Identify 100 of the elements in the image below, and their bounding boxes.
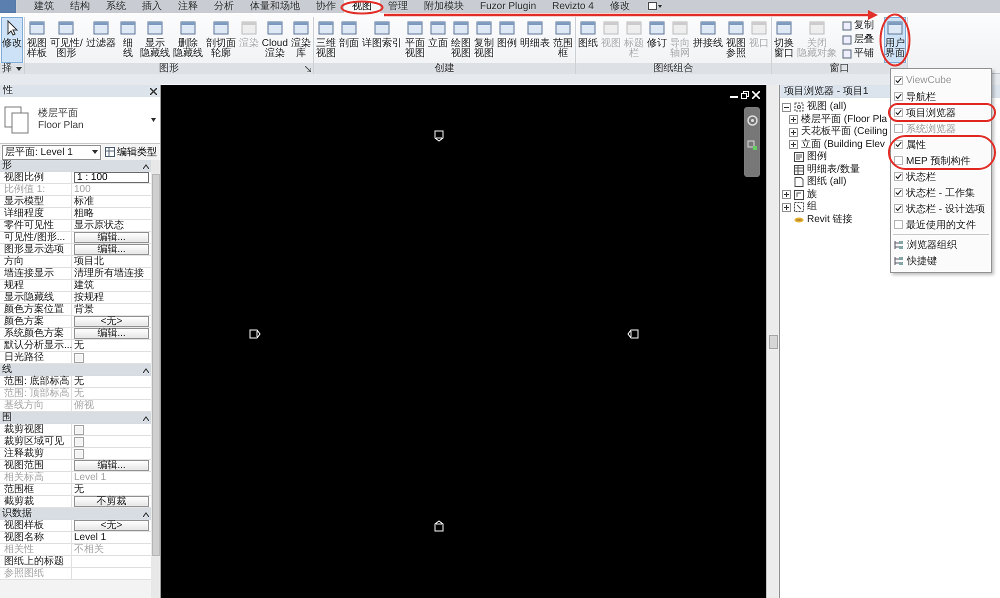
- ribbon-button[interactable]: 修订: [646, 17, 668, 63]
- checkbox[interactable]: [74, 448, 84, 458]
- collapse-icon[interactable]: [143, 368, 149, 372]
- menu-item[interactable]: 浏览器组织: [891, 238, 991, 251]
- elevation-marker-icon[interactable]: [626, 328, 639, 340]
- zoom-icon[interactable]: [746, 140, 758, 151]
- vertical-scrollbar[interactable]: [766, 85, 779, 598]
- ribbon-button[interactable]: 删除 隐藏线: [172, 17, 204, 63]
- elevation-marker-icon[interactable]: [248, 328, 261, 340]
- ribbon-button[interactable]: 显示 隐藏线: [138, 17, 171, 63]
- ribbon-button[interactable]: 视图 参照: [724, 17, 747, 63]
- ribbon-button[interactable]: 复制 视图: [472, 17, 495, 63]
- ribbon-button[interactable]: 层叠: [838, 33, 877, 47]
- elevation-marker-icon[interactable]: [433, 130, 446, 142]
- section-header[interactable]: 线: [0, 364, 151, 376]
- launcher-icon[interactable]: [304, 66, 311, 72]
- property-button[interactable]: 不剪裁: [74, 496, 149, 507]
- tree-item[interactable]: 楼层平面 (Floor Pla: [801, 114, 888, 126]
- scrollbar[interactable]: [151, 160, 160, 598]
- ribbon-button[interactable]: 图纸: [576, 17, 599, 63]
- tree-item[interactable]: 天花板平面 (Ceiling: [801, 126, 888, 138]
- ribbon-tab[interactable]: Fuzor Plugin: [472, 0, 544, 13]
- ribbon-tab[interactable]: 系统: [98, 0, 134, 13]
- menu-item[interactable]: MEP 预制构件: [891, 154, 991, 167]
- display-icon[interactable]: [648, 2, 662, 10]
- section-header[interactable]: 形: [0, 160, 151, 172]
- checkbox[interactable]: [894, 220, 903, 229]
- ribbon-button[interactable]: 可见性/ 图形: [49, 17, 84, 63]
- checkbox[interactable]: [894, 204, 903, 213]
- ribbon-button[interactable]: 修改: [1, 17, 23, 63]
- ribbon-button[interactable]: 用户 界面: [884, 17, 906, 63]
- ribbon-tab[interactable]: 注释: [170, 0, 206, 13]
- elevation-marker-icon[interactable]: [433, 520, 446, 532]
- caret-icon[interactable]: [16, 66, 22, 70]
- property-button[interactable]: 编辑...: [74, 244, 149, 255]
- ribbon-button[interactable]: 渲染 库: [290, 17, 312, 63]
- expand-toggle-icon[interactable]: [782, 202, 791, 212]
- ribbon-tab[interactable]: 附加模块: [416, 0, 472, 13]
- ribbon-tab[interactable]: 修改: [602, 0, 638, 13]
- ribbon-button[interactable]: 范围 框: [552, 17, 574, 63]
- ribbon-button[interactable]: 立面: [426, 17, 449, 63]
- ribbon-tab[interactable]: Revizto 4: [544, 0, 602, 13]
- ribbon-tab[interactable]: 插入: [134, 0, 170, 13]
- expand-toggle-icon[interactable]: [789, 115, 798, 124]
- ribbon-button[interactable]: 平铺: [838, 47, 877, 61]
- ribbon-button[interactable]: 剖切面 轮廓: [204, 17, 237, 63]
- caret-icon[interactable]: [151, 118, 156, 122]
- checkbox[interactable]: [894, 140, 903, 149]
- ribbon-button[interactable]: 三维 视图: [314, 17, 337, 63]
- property-field[interactable]: 1 : 100: [74, 172, 149, 183]
- expand-toggle-icon[interactable]: [789, 140, 798, 150]
- checkbox[interactable]: [894, 92, 903, 101]
- property-button[interactable]: <无>: [74, 316, 149, 327]
- menu-item[interactable]: 状态栏 - 设计选项: [891, 202, 991, 215]
- tree-item[interactable]: 明细表/数量: [807, 164, 860, 176]
- checkbox[interactable]: [74, 352, 84, 362]
- checkbox[interactable]: [894, 156, 903, 165]
- section-header[interactable]: 围: [0, 412, 151, 424]
- edit-type-button[interactable]: 编辑类型: [104, 145, 158, 159]
- menu-item[interactable]: 状态栏 - 工作集: [891, 186, 991, 199]
- checkbox[interactable]: [74, 424, 84, 434]
- collapse-icon[interactable]: [143, 164, 149, 168]
- collapse-icon[interactable]: [143, 416, 149, 420]
- ribbon-button[interactable]: 图例: [496, 17, 518, 63]
- menu-item[interactable]: 最近使用的文件: [891, 218, 991, 231]
- section-header[interactable]: 识数据: [0, 508, 151, 520]
- ribbon-button[interactable]: 切换 窗口: [772, 17, 795, 63]
- close-icon[interactable]: [150, 88, 157, 94]
- ribbon-button[interactable]: 剖面: [338, 17, 360, 63]
- menu-item[interactable]: 状态栏: [891, 170, 991, 183]
- view-dropdown[interactable]: 层平面: Level 1: [2, 144, 101, 160]
- checkbox[interactable]: [894, 108, 903, 117]
- tree-item[interactable]: 立面 (Building Elev: [801, 138, 885, 151]
- tree-item[interactable]: Revit 链接: [807, 214, 853, 226]
- collapse-icon[interactable]: [143, 512, 149, 516]
- ribbon-button[interactable]: 拼接线: [692, 17, 724, 63]
- ribbon-button[interactable]: 绘图 视图: [450, 17, 472, 63]
- tree-item[interactable]: 组: [807, 201, 817, 214]
- menu-item[interactable]: 属性: [891, 138, 991, 151]
- tree-item[interactable]: 图例: [807, 151, 827, 164]
- property-button[interactable]: 编辑...: [74, 328, 149, 339]
- ribbon-tab[interactable]: 结构: [62, 0, 98, 13]
- ribbon-button[interactable]: 平面 视图: [404, 17, 426, 63]
- ribbon-button[interactable]: 复制: [838, 19, 877, 33]
- expand-toggle-icon[interactable]: [782, 190, 791, 200]
- ribbon-button[interactable]: 明细表: [518, 17, 551, 63]
- checkbox[interactable]: [74, 436, 84, 446]
- expand-toggle-icon[interactable]: [789, 128, 798, 137]
- ribbon-button[interactable]: 详图索引: [360, 17, 403, 63]
- tree-item[interactable]: 视图 (all): [807, 101, 846, 114]
- property-button[interactable]: <无>: [74, 520, 149, 531]
- collapse-toggle-icon[interactable]: [782, 102, 791, 112]
- ribbon-tab[interactable]: 体量和场地: [242, 0, 308, 13]
- ribbon-tab[interactable]: 建筑: [26, 0, 62, 13]
- menu-item[interactable]: 快捷键: [891, 254, 991, 267]
- wheel-icon[interactable]: [746, 115, 758, 126]
- tree-item[interactable]: 族: [807, 188, 817, 201]
- ribbon-button[interactable]: 细 线: [118, 17, 138, 63]
- property-button[interactable]: 编辑...: [74, 232, 149, 243]
- checkbox[interactable]: [894, 172, 903, 181]
